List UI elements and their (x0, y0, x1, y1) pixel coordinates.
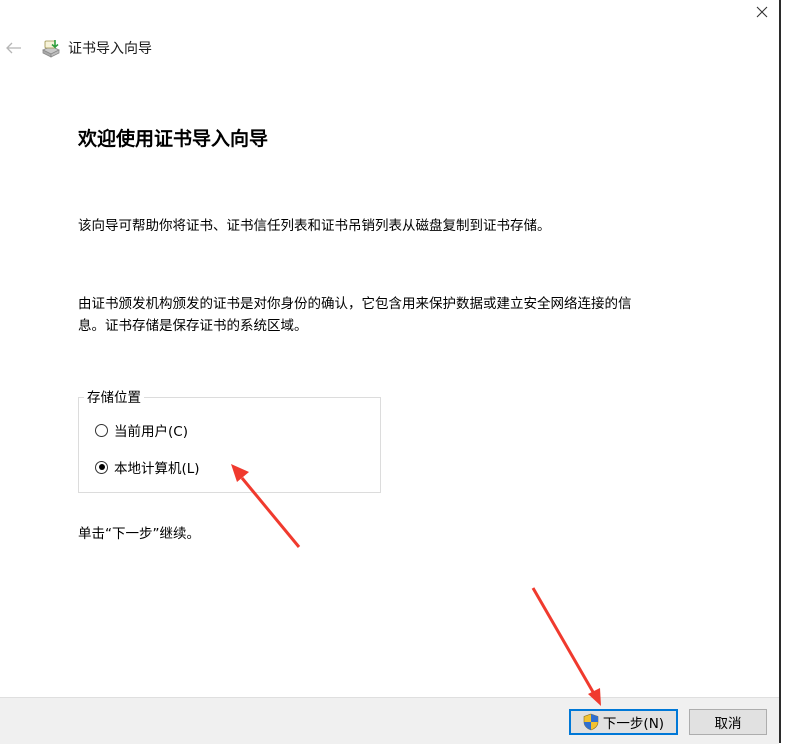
back-arrow-icon (6, 42, 21, 54)
description-line-1: 由证书颁发机构颁发的证书是对你身份的确认，它包含用来保护数据或建立安全网络连接的… (78, 296, 632, 312)
store-location-group (78, 397, 381, 493)
uac-shield-icon (583, 713, 599, 731)
continue-hint: 单击“下一步”继续。 (78, 526, 200, 542)
back-button[interactable] (4, 38, 24, 58)
next-button[interactable]: 下一步(N) (569, 709, 678, 735)
certificate-icon (42, 40, 60, 58)
page-heading: 欢迎使用证书导入向导 (78, 128, 269, 150)
intro-text: 该向导可帮助你将证书、证书信任列表和证书吊销列表从磁盘复制到证书存储。 (78, 218, 551, 234)
radio-current-user-label: 当前用户(C) (114, 424, 188, 440)
next-button-label: 下一步(N) (602, 716, 665, 732)
annotation-overlay (231, 464, 601, 706)
close-button[interactable] (745, 0, 779, 24)
radio-local-machine-label: 本地计算机(L) (114, 461, 200, 477)
window-title: 证书导入向导 (68, 41, 152, 57)
radio-current-user[interactable]: 当前用户(C) (95, 420, 188, 440)
store-location-legend: 存储位置 (84, 389, 144, 407)
radio-button-selected[interactable] (95, 460, 108, 474)
window-border (779, 0, 781, 743)
radio-local-machine[interactable]: 本地计算机(L) (95, 457, 200, 477)
description-text: 由证书颁发机构颁发的证书是对你身份的确认，它包含用来保护数据或建立安全网络连接的… (78, 293, 718, 337)
description-line-2: 息。证书存储是保存证书的系统区域。 (78, 318, 308, 334)
annotation-arrow-next (531, 587, 601, 706)
close-icon (756, 6, 768, 18)
cancel-button[interactable]: 取消 (689, 709, 767, 735)
cancel-button-label: 取消 (714, 716, 742, 732)
radio-button-unselected[interactable] (95, 423, 108, 437)
